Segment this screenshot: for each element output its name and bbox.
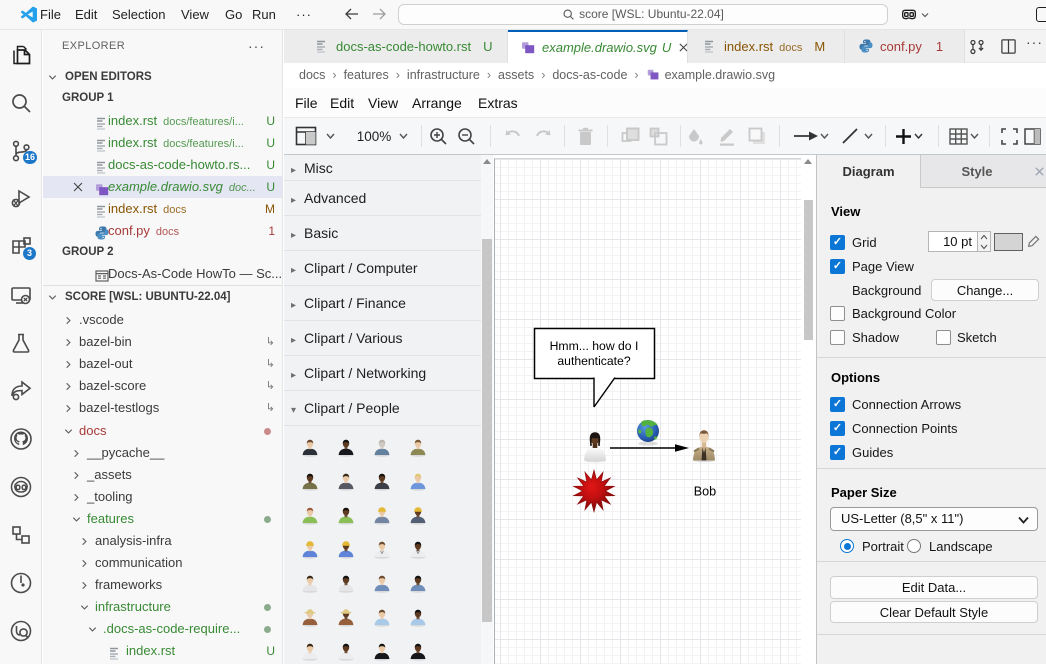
svg-text:Hmm... how do I: Hmm... how do I (550, 339, 639, 353)
svg-text:authenticate?: authenticate? (557, 354, 630, 368)
svg-text:Bob: Bob (694, 485, 716, 499)
